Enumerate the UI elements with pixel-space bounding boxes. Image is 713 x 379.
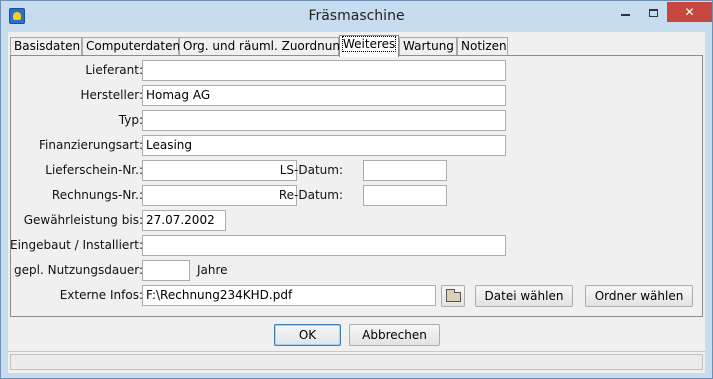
window-title: Fräsmaschine <box>308 8 405 24</box>
dialog-window: Fräsmaschine ✕ Basisdaten Computerdaten … <box>0 0 713 379</box>
gewaehrleistung-label: Gewährleistung bis: <box>23 213 143 227</box>
tab-label: Weiteres <box>341 36 397 52</box>
lieferschein-nr-label: Lieferschein-Nr.: <box>45 163 143 177</box>
abbrechen-button[interactable]: Abbrechen <box>349 324 440 346</box>
tab-computerdaten[interactable]: Computerdaten <box>82 37 181 56</box>
lieferant-label: Lieferant: <box>85 63 143 77</box>
tab-label: Wartung <box>403 39 454 53</box>
nutzungsdauer-label: gepl. Nutzungsdauer: <box>14 263 143 277</box>
datei-waehlen-button[interactable]: Datei wählen <box>475 285 573 307</box>
tab-org-zuordnung[interactable]: Org. und räuml. Zuordnung <box>179 37 348 56</box>
tab-label: Computerdaten <box>86 39 181 53</box>
maximize-button[interactable] <box>639 2 667 22</box>
typ-label: Typ: <box>118 113 143 127</box>
tab-label: Org. und räuml. Zuordnung <box>183 39 348 53</box>
hersteller-field[interactable]: Homag AG <box>142 85 506 106</box>
finanzierungsart-field[interactable]: Leasing <box>142 135 506 156</box>
eingebaut-label: Eingebaut / Installiert: <box>10 238 143 252</box>
ok-button[interactable]: OK <box>274 324 341 346</box>
externe-infos-field[interactable]: F:\Rechnung234KHD.pdf <box>142 285 436 306</box>
tab-wartung[interactable]: Wartung <box>399 37 457 56</box>
tab-panel-weiteres: Lieferant: Hersteller: Homag AG Typ: Fin… <box>10 55 703 317</box>
nutzungsdauer-unit: Jahre <box>197 263 228 277</box>
minimize-button[interactable] <box>611 2 639 22</box>
dialog-client-area: Basisdaten Computerdaten Org. und räuml.… <box>8 32 705 373</box>
nutzungsdauer-field[interactable] <box>142 260 190 281</box>
externe-infos-label: Externe Infos: <box>59 288 143 302</box>
gewaehrleistung-field[interactable]: 27.07.2002 <box>142 210 226 231</box>
lieferant-field[interactable] <box>142 60 506 81</box>
ls-datum-label: LS-Datum: <box>279 163 343 177</box>
open-folder-button[interactable] <box>441 285 465 307</box>
title-bar[interactable]: Fräsmaschine ✕ <box>1 1 712 32</box>
re-datum-field[interactable] <box>363 185 447 206</box>
folder-icon <box>446 289 461 302</box>
tab-notizen[interactable]: Notizen <box>457 37 508 56</box>
rechnungs-nr-label: Rechnungs-Nr.: <box>51 188 143 202</box>
ls-datum-field[interactable] <box>363 160 447 181</box>
finanzierungsart-label: Finanzierungsart: <box>39 138 143 152</box>
tab-label: Notizen <box>461 39 507 53</box>
status-bar <box>8 351 705 371</box>
maximize-icon <box>648 8 658 17</box>
re-datum-label: Re-Datum: <box>278 188 343 202</box>
close-icon: ✕ <box>684 5 695 19</box>
minimize-icon <box>620 13 630 16</box>
tab-label: Basisdaten <box>14 39 81 53</box>
tab-basisdaten[interactable]: Basisdaten <box>10 37 82 56</box>
tab-weiteres[interactable]: Weiteres <box>339 35 399 57</box>
status-panel <box>10 354 703 370</box>
lieferschein-nr-field[interactable] <box>142 160 297 181</box>
hersteller-label: Hersteller: <box>80 88 144 102</box>
rechnungs-nr-field[interactable] <box>142 185 297 206</box>
eingebaut-field[interactable] <box>142 235 506 256</box>
typ-field[interactable] <box>142 110 506 131</box>
close-button[interactable]: ✕ <box>667 2 712 22</box>
ordner-waehlen-button[interactable]: Ordner wählen <box>585 285 693 307</box>
